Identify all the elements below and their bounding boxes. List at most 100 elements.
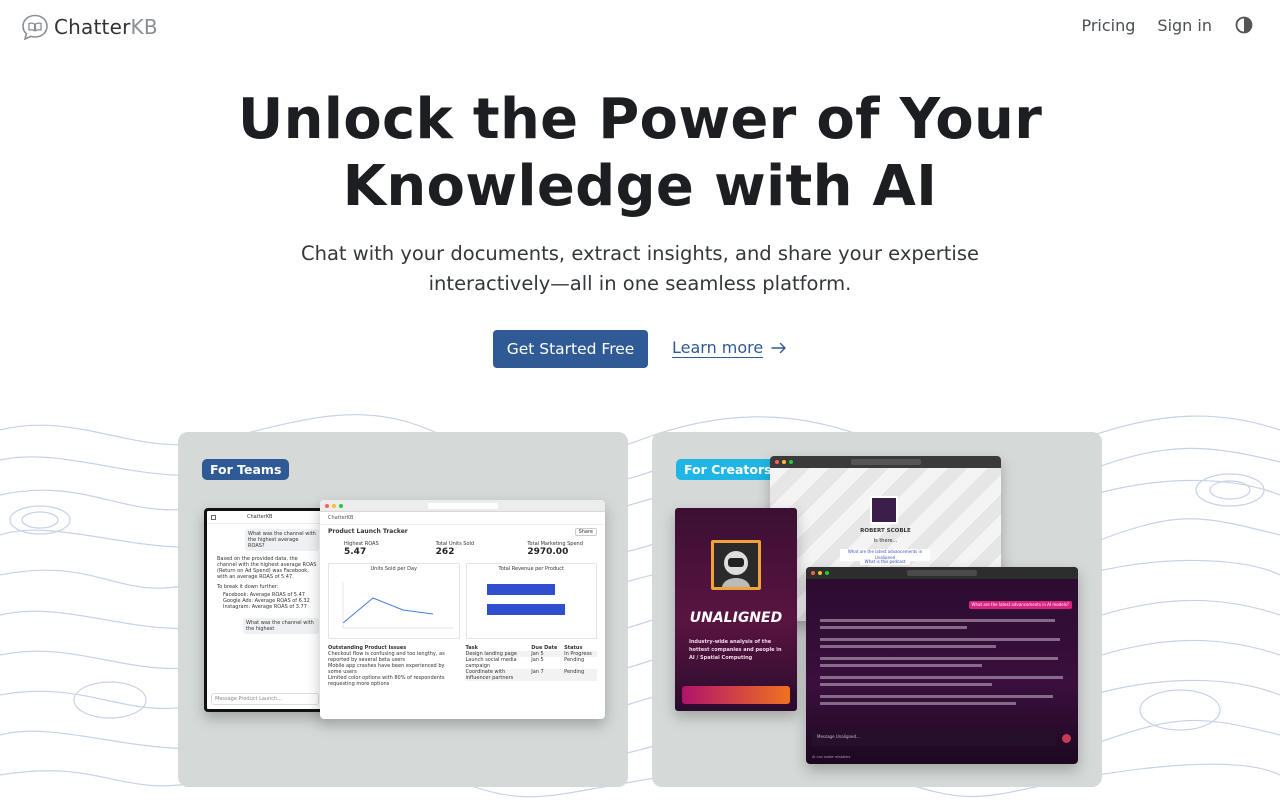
text-line — [820, 619, 1056, 622]
phone-header: ChatterKB — [207, 511, 323, 524]
line-chart-title: Units Sold per Day — [370, 566, 418, 572]
unaligned-promo-screenshot: UNALIGNED Industry-wide analysis of the … — [675, 508, 797, 711]
profile-status: Is there... — [873, 538, 898, 544]
phone-user-message: What was the channel with the highest av… — [245, 529, 319, 551]
bar-chart-title: Total Revenue per Product — [498, 566, 564, 572]
task-due: Jan 5 — [531, 657, 544, 663]
learn-more-link[interactable]: Learn more — [672, 338, 787, 358]
creators-card[interactable]: For Creators ROBERT SCOBLE Is there... W… — [652, 432, 1102, 787]
stat-marketing-spend: Total Marketing Spend 2970.00 — [511, 541, 597, 557]
stat-value: 262 — [435, 547, 455, 557]
task-due: Jan 7 — [531, 669, 544, 675]
showcase-section: For Teams ChatterKB What was the channel… — [0, 400, 1280, 800]
text-line — [820, 657, 1058, 660]
nav-pricing-link[interactable]: Pricing — [1081, 16, 1135, 35]
stat-highest-roas: Highest ROAS 5.47 — [328, 541, 414, 557]
phone-brand-accent: KB — [265, 514, 273, 520]
close-dot — [325, 504, 329, 508]
text-line — [820, 638, 1061, 641]
send-icon — [1062, 734, 1071, 743]
minimize-dot — [818, 571, 822, 575]
brand-name: ChatterKB — [54, 15, 158, 39]
revenue-bar-chart: Total Revenue per Product — [465, 563, 597, 639]
profile-browser-bar — [770, 456, 1001, 468]
window-controls — [325, 504, 343, 508]
creator-dark-chat-screenshot: What are the latest advancements in AI m… — [806, 567, 1078, 764]
phone-brand: ChatterKB — [247, 514, 273, 520]
tracker-title: Product Launch Tracker — [328, 528, 408, 535]
issues-panel: Outstanding Product Issues Checkout flow… — [328, 645, 460, 687]
task-name: Coordinate with influencer partners — [465, 669, 514, 681]
creators-badge: For Creators — [676, 459, 780, 480]
tracker-bottom: Outstanding Product Issues Checkout flow… — [320, 643, 605, 689]
task-status: Pending — [564, 669, 585, 675]
profile-name: ROBERT SCOBLE — [860, 528, 911, 534]
tracker-stats: Highest ROAS 5.47 Total Units Sold 262 T… — [320, 539, 605, 559]
text-line — [820, 645, 997, 648]
tasks-table: Task Due Date Status Design landing page… — [465, 645, 598, 687]
tracker-brand-accent: KB — [346, 515, 354, 521]
issue-3: Limited color options with 80% of respon… — [328, 675, 445, 687]
table-row: Launch social media campaign Jan 5 Pendi… — [466, 657, 598, 669]
dark-footer-note: AI can make mistakes — [812, 755, 851, 759]
issue-1: Checkout flow is confusing and too lengt… — [328, 651, 445, 663]
maximize-dot — [339, 504, 343, 508]
get-started-button[interactable]: Get Started Free — [493, 330, 648, 368]
phone-message-input: Message Product Launch... — [211, 693, 319, 705]
tracker-browser-bar — [320, 500, 605, 512]
dark-browser-bar — [806, 567, 1078, 579]
teams-card[interactable]: For Teams ChatterKB What was the channel… — [178, 432, 628, 787]
bar-product-a — [486, 584, 555, 595]
line-chart-plot — [342, 582, 453, 629]
stat-units-sold: Total Units Sold 262 — [420, 541, 506, 557]
dark-user-message: What are the latest advancements in AI m… — [968, 601, 1072, 609]
learn-more-label: Learn more — [672, 338, 764, 358]
phone-breakdown-title: To break it down further: — [217, 584, 279, 590]
text-line — [820, 664, 982, 667]
arrow-right-icon — [771, 342, 786, 354]
chat-book-logo-icon — [22, 14, 48, 41]
promo-input-bar — [682, 686, 790, 704]
address-bar — [850, 459, 921, 465]
minimize-dot — [332, 504, 336, 508]
minimize-dot — [782, 460, 786, 464]
maximize-dot — [789, 460, 793, 464]
phone-answer: Based on the provided data, the channel … — [217, 556, 317, 580]
units-line-chart: Units Sold per Day — [328, 563, 460, 639]
hero-subtitle-line-1: Chat with your documents, extract insigh… — [301, 242, 979, 265]
text-line — [820, 683, 992, 686]
contrast-icon[interactable] — [1234, 15, 1254, 35]
bar-product-b — [486, 604, 565, 615]
top-header: ChatterKB Pricing Sign in — [0, 0, 1280, 56]
sidebar-toggle-icon — [211, 514, 216, 520]
maximize-dot — [825, 571, 829, 575]
phone-breakdown-3: Instagram: Average ROAS of 3.77 — [223, 604, 307, 610]
window-controls — [811, 571, 829, 575]
stat-value: 2970.00 — [527, 547, 569, 557]
avatar — [870, 496, 898, 524]
tracker-brand: ChatterKB — [320, 512, 605, 525]
hero-title: Unlock the Power of Your Knowledge with … — [0, 86, 1280, 220]
teams-tracker-screenshot: ChatterKB Product Launch Tracker Share H… — [320, 500, 605, 719]
task-name: Launch social media campaign — [465, 657, 517, 669]
teams-badge: For Teams — [202, 459, 290, 480]
text-line — [820, 676, 1063, 679]
nav-sign-in-link[interactable]: Sign in — [1157, 16, 1212, 35]
close-dot — [775, 460, 779, 464]
table-row: Coordinate with influencer partners Jan … — [465, 669, 597, 681]
window-controls — [775, 460, 793, 464]
address-bar — [907, 570, 977, 576]
profile-podcast-chip: What is this podcast — [860, 559, 910, 565]
task-status: Pending — [564, 657, 585, 663]
phone-followup-message: What was the channel with the highest — [243, 618, 319, 634]
text-line — [820, 695, 1053, 698]
logo-link[interactable]: ChatterKB — [21, 13, 158, 41]
text-line — [820, 626, 967, 629]
unaligned-cover-image — [711, 540, 761, 590]
dark-answer-text — [820, 619, 1065, 705]
dark-message-input: Message Unaligned... — [812, 730, 1056, 746]
brand-name-accent: KB — [130, 15, 158, 39]
promo-title: UNALIGNED — [689, 610, 783, 626]
astronaut-icon — [722, 551, 750, 587]
brand-name-main: Chatter — [54, 15, 131, 39]
